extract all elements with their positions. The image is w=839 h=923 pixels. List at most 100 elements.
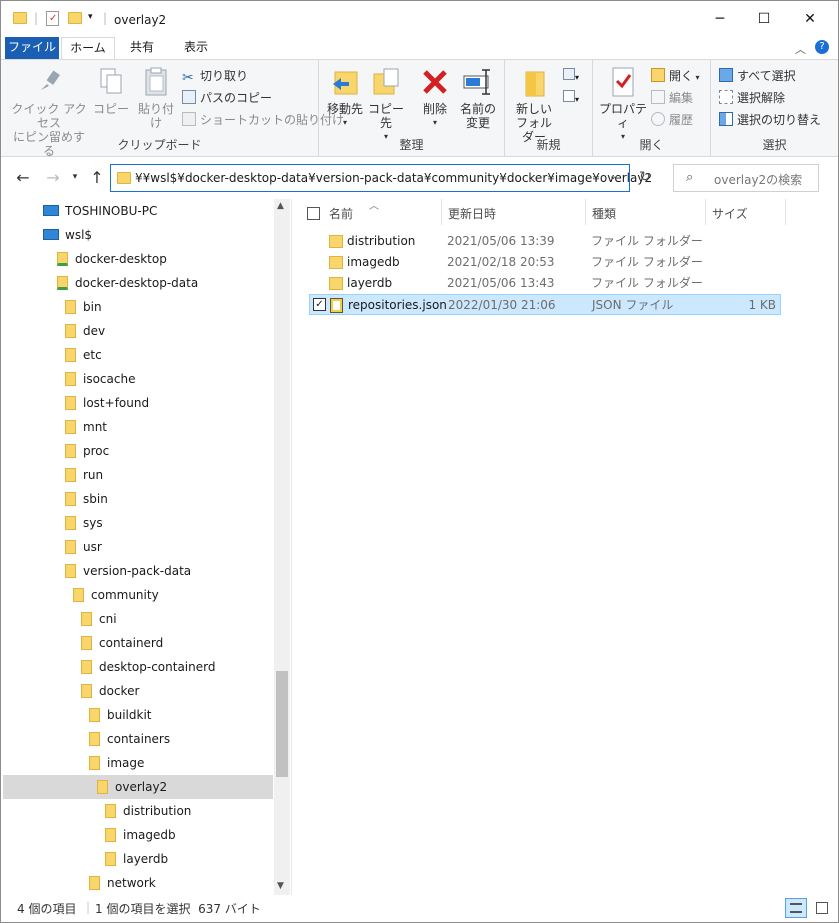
- pin-icon: [33, 66, 65, 98]
- nav-item[interactable]: sbin: [3, 487, 273, 511]
- column-size[interactable]: サイズ: [712, 205, 748, 222]
- scroll-up-arrow[interactable]: ▲: [277, 201, 284, 211]
- history-button[interactable]: 履歴: [651, 110, 693, 130]
- select-group-label: 選択: [762, 138, 787, 152]
- nav-item[interactable]: image: [3, 751, 273, 775]
- nav-item-label: community: [91, 588, 159, 602]
- select-all-button[interactable]: すべて選択: [719, 66, 796, 86]
- new-folder-button[interactable]: 新しい フォルダー: [511, 66, 557, 144]
- copy-to-button[interactable]: コピー先 ▾: [365, 66, 407, 144]
- invert-selection-button[interactable]: 選択の切り替え: [719, 110, 821, 130]
- invert-selection-icon: [719, 112, 733, 126]
- file-row[interactable]: imagedb 2021/02/18 20:53 ファイル フォルダー: [309, 252, 781, 273]
- back-button[interactable]: ←: [13, 168, 33, 187]
- nav-item[interactable]: containers: [3, 727, 273, 751]
- tab-file[interactable]: ファイル: [5, 37, 59, 59]
- separator: |: [34, 11, 39, 25]
- tab-view[interactable]: 表示: [171, 37, 221, 59]
- nav-item[interactable]: version-pack-data: [3, 559, 273, 583]
- nav-item[interactable]: overlay2: [3, 775, 273, 799]
- tab-share[interactable]: 共有: [117, 37, 167, 59]
- move-to-button[interactable]: 移動先 ▾: [325, 66, 365, 130]
- nav-item[interactable]: mnt: [3, 415, 273, 439]
- address-field[interactable]: ¥¥wsl$¥docker-desktop-data¥version-pack-…: [110, 164, 652, 192]
- nav-item[interactable]: docker-desktop-data: [3, 271, 273, 295]
- select-all-checkbox[interactable]: [307, 207, 320, 220]
- nav-item[interactable]: docker-desktop: [3, 247, 273, 271]
- nav-item[interactable]: etc: [3, 343, 273, 367]
- tab-home[interactable]: ホーム: [61, 37, 115, 59]
- nav-item[interactable]: docker: [3, 679, 273, 703]
- nav-item[interactable]: distribution: [3, 799, 273, 823]
- nav-item[interactable]: containerd: [3, 631, 273, 655]
- pane-divider[interactable]: [291, 199, 292, 895]
- sort-ascending-icon: ︿: [369, 201, 379, 212]
- scroll-down-arrow[interactable]: ▼: [277, 881, 284, 891]
- copy-path-button[interactable]: パスのコピー: [182, 88, 272, 108]
- nav-item[interactable]: usr: [3, 535, 273, 559]
- nav-item[interactable]: imagedb: [3, 823, 273, 847]
- nav-item-label: TOSHINOBU-PC: [65, 204, 158, 218]
- collapse-ribbon-icon[interactable]: ︿: [795, 41, 806, 57]
- column-date[interactable]: 更新日時: [448, 205, 496, 222]
- qa-customize-icon[interactable]: ▾: [88, 12, 93, 22]
- file-row[interactable]: distribution 2021/05/06 13:39 ファイル フォルダー: [309, 231, 781, 252]
- nav-item-label: sys: [83, 516, 103, 530]
- copy-icon: [95, 66, 127, 98]
- nav-item[interactable]: buildkit: [3, 703, 273, 727]
- close-button[interactable]: ✕: [800, 9, 820, 29]
- address-dropdown-icon[interactable]: ⌄: [609, 171, 617, 182]
- file-type: ファイル フォルダー: [591, 255, 703, 269]
- delete-button[interactable]: 削除 ▾: [417, 66, 453, 130]
- edit-button[interactable]: 編集: [651, 88, 693, 108]
- paste-shortcut-icon: [182, 112, 196, 126]
- scroll-thumb[interactable]: [276, 671, 288, 777]
- nav-scrollbar[interactable]: ▲ ▼: [274, 199, 290, 895]
- properties-button[interactable]: プロパティ ▾: [597, 66, 649, 144]
- select-none-button[interactable]: 選択解除: [719, 88, 785, 108]
- nav-item[interactable]: network: [3, 871, 273, 895]
- folder-icon: [329, 277, 343, 290]
- new-item-button[interactable]: ▾: [563, 68, 585, 86]
- recent-locations-button[interactable]: ▾: [65, 172, 85, 182]
- nav-item[interactable]: dev: [3, 319, 273, 343]
- maximize-button[interactable]: ☐: [754, 9, 774, 29]
- new-folder-qa-icon[interactable]: [68, 12, 82, 24]
- nav-item[interactable]: TOSHINOBU-PC: [3, 199, 273, 223]
- paste-button[interactable]: 貼り付け: [133, 66, 179, 130]
- row-checkbox[interactable]: ✓: [313, 298, 326, 311]
- nav-item[interactable]: layerdb: [3, 847, 273, 871]
- refresh-icon[interactable]: ↻: [639, 169, 651, 185]
- cut-button[interactable]: ✂ 切り取り: [182, 66, 248, 86]
- folder-icon: [81, 684, 92, 698]
- nav-item[interactable]: wsl$: [3, 223, 273, 247]
- copy-button[interactable]: コピー: [93, 66, 129, 116]
- nav-item[interactable]: community: [3, 583, 273, 607]
- properties-qa-icon[interactable]: ✓: [46, 11, 59, 26]
- forward-button[interactable]: →: [43, 168, 63, 187]
- nav-item[interactable]: desktop-containerd: [3, 655, 273, 679]
- details-view-button[interactable]: [785, 898, 807, 918]
- rename-button[interactable]: 名前の 変更: [457, 66, 499, 130]
- minimize-button[interactable]: ─: [710, 9, 730, 29]
- large-icons-view-button[interactable]: [811, 898, 833, 918]
- file-row[interactable]: layerdb 2021/05/06 13:43 ファイル フォルダー: [309, 273, 781, 294]
- nav-item[interactable]: cni: [3, 607, 273, 631]
- easy-access-button[interactable]: ▾: [563, 90, 585, 108]
- nav-item[interactable]: isocache: [3, 367, 273, 391]
- file-row[interactable]: ✓ repositories.json 2022/01/30 21:06 JSON フ…: [309, 294, 781, 315]
- address-path[interactable]: ¥¥wsl$¥docker-desktop-data¥version-pack-…: [135, 171, 652, 185]
- folder-icon: [97, 780, 108, 794]
- nav-item[interactable]: bin: [3, 295, 273, 319]
- column-type[interactable]: 種類: [592, 205, 616, 222]
- help-icon[interactable]: ?: [815, 40, 829, 54]
- nav-item[interactable]: lost+found: [3, 391, 273, 415]
- search-box[interactable]: ⌕ overlay2の検索: [673, 164, 819, 192]
- nav-item[interactable]: sys: [3, 511, 273, 535]
- nav-item[interactable]: run: [3, 463, 273, 487]
- nav-item[interactable]: proc: [3, 439, 273, 463]
- column-name[interactable]: 名前: [329, 205, 353, 222]
- up-button[interactable]: ↑: [87, 168, 107, 187]
- open-button[interactable]: 開く ▾: [651, 66, 700, 86]
- new-folder-icon: [518, 66, 550, 98]
